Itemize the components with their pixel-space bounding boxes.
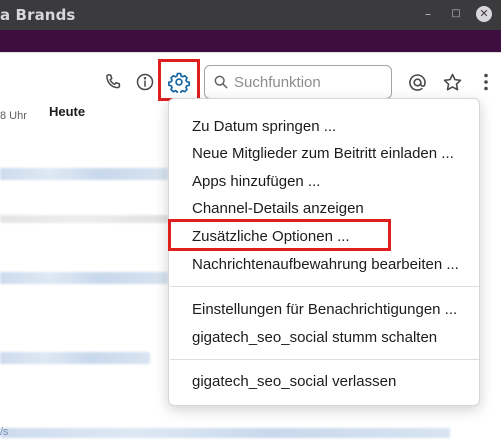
search-placeholder: Suchfunktion [234, 74, 321, 91]
search-input[interactable]: Suchfunktion [204, 65, 392, 99]
header-divider [0, 52, 501, 53]
menu-item-channel-details[interactable]: Channel-Details anzeigen [192, 200, 364, 217]
phone-icon[interactable] [101, 70, 125, 94]
annotation-box-additional-options [168, 219, 391, 251]
maximize-button[interactable]: □ [448, 6, 464, 22]
at-icon[interactable] [405, 70, 429, 94]
annotation-box-gear [158, 59, 200, 101]
window-titlebar: a Brands – □ ✕ [0, 0, 501, 30]
blurred-message [0, 428, 450, 438]
menu-separator [170, 286, 479, 287]
menu-item-leave-channel[interactable]: gigatech_seo_social verlassen [192, 373, 396, 390]
blurred-message [0, 168, 168, 180]
menu-item-notification-settings[interactable]: Einstellungen für Benachrichtigungen ... [192, 301, 457, 318]
link-fragment[interactable]: /s [0, 426, 9, 438]
workspace-bar [0, 30, 501, 52]
menu-item-add-apps[interactable]: Apps hinzufügen ... [192, 173, 320, 190]
menu-separator [170, 359, 479, 360]
more-icon[interactable] [474, 70, 498, 94]
menu-item-mute-channel[interactable]: gigatech_seo_social stumm schalten [192, 329, 437, 346]
close-button[interactable]: ✕ [476, 6, 492, 22]
menu-item-message-retention[interactable]: Nachrichtenaufbewahrung bearbeiten ... [192, 256, 459, 273]
blurred-message [0, 215, 168, 223]
menu-item-invite-members[interactable]: Neue Mitglieder zum Beitritt einladen ..… [192, 145, 454, 162]
star-icon[interactable] [440, 70, 464, 94]
day-divider-label: Heute [49, 104, 86, 119]
channel-settings-menu: Zu Datum springen ... Neue Mitglieder zu… [168, 98, 480, 406]
message-time: 8 Uhr [0, 110, 27, 122]
search-icon [213, 74, 229, 95]
menu-item-jump-to-date[interactable]: Zu Datum springen ... [192, 118, 336, 135]
blurred-message [0, 272, 168, 284]
minimize-button[interactable]: – [420, 6, 436, 22]
blurred-message [0, 352, 150, 364]
info-icon[interactable] [133, 70, 157, 94]
window-title: a Brands [0, 6, 76, 24]
